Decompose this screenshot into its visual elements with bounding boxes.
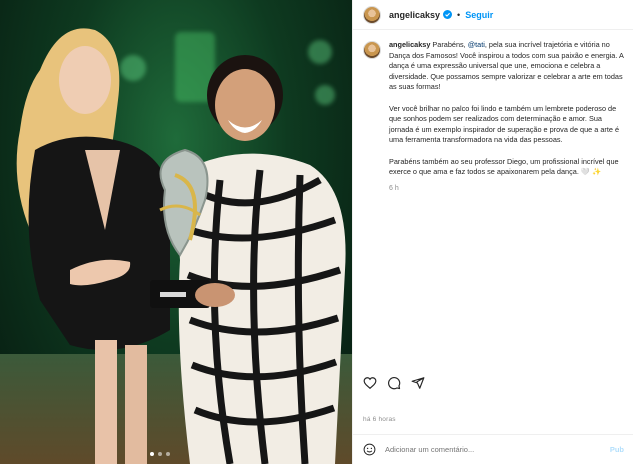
verified-badge-icon — [443, 10, 453, 19]
caption-username[interactable]: angelicaksy — [389, 40, 430, 49]
caption-text: Parabéns, — [432, 40, 468, 49]
follow-button[interactable]: Seguir — [465, 10, 493, 20]
post-comment-button[interactable]: Pub — [610, 445, 624, 454]
share-icon[interactable] — [411, 376, 425, 390]
emoji-icon[interactable] — [363, 443, 376, 456]
separator-dot: • — [457, 9, 461, 20]
comment-icon[interactable] — [387, 376, 401, 390]
avatar[interactable] — [363, 41, 381, 59]
comment-input[interactable] — [385, 445, 610, 454]
comment-bar: Pub — [353, 434, 633, 464]
carousel-dots[interactable] — [150, 452, 170, 456]
caption-body: angelicaksy Parabéns, @tati, pela sua in… — [389, 40, 625, 195]
action-bar — [363, 376, 425, 390]
carousel-dot[interactable] — [150, 452, 154, 456]
post-timestamp[interactable]: há 6 horas — [363, 416, 396, 423]
caption-paragraph: angelicaksy Parabéns, @tati, pela sua in… — [389, 40, 625, 93]
header-username[interactable]: angelicaksy — [389, 10, 440, 20]
mention-link[interactable]: @tati — [468, 40, 485, 49]
caption-paragraph: Ver você brilhar no palco foi lindo e ta… — [389, 103, 619, 145]
carousel-dot[interactable] — [158, 452, 162, 456]
post-sidebar: angelicaksy • Seguir angelicaksy Parabén… — [352, 0, 633, 464]
avatar[interactable] — [363, 5, 381, 24]
post-photo[interactable] — [0, 0, 352, 464]
heart-icon[interactable] — [363, 376, 377, 390]
caption-age[interactable]: 6 h — [389, 184, 625, 195]
carousel-dot[interactable] — [166, 452, 170, 456]
post-header: angelicaksy • Seguir — [353, 0, 633, 30]
photo-people — [16, 28, 346, 464]
caption-paragraph: Parabéns também ao seu professor Diego, … — [389, 156, 619, 177]
caption: angelicaksy Parabéns, @tati, pela sua in… — [363, 40, 625, 195]
